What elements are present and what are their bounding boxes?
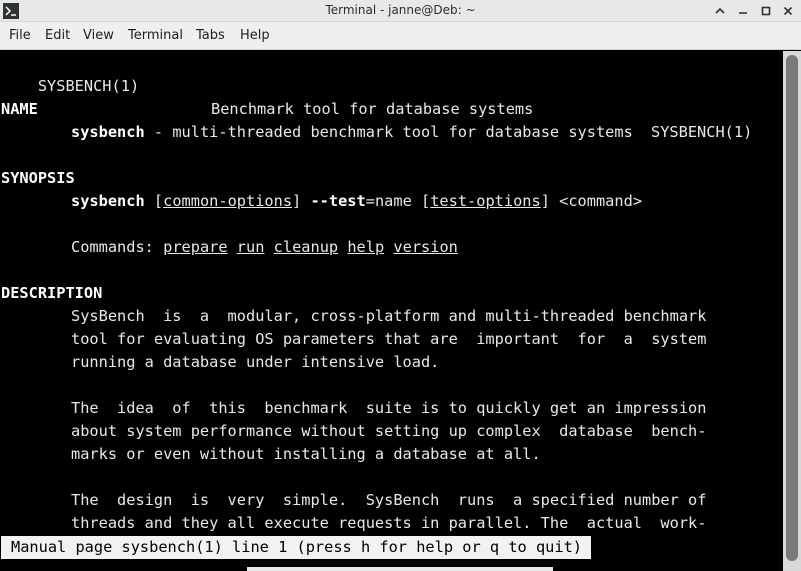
synopsis-command-arg: ] <command> <box>540 192 643 210</box>
man-header-left: SYSBENCH(1) <box>37 77 140 95</box>
synopsis-common-options: common-options <box>163 192 293 210</box>
synopsis-test-options: test-options <box>430 192 541 210</box>
menu-file[interactable]: File <box>9 28 31 43</box>
description-line: marks or even without installing a datab… <box>71 445 541 463</box>
section-description-heading: DESCRIPTION <box>1 284 103 302</box>
synopsis-command: sysbench <box>71 192 145 210</box>
minimize-button[interactable] <box>734 2 752 20</box>
pager-status-line: Manual page sysbench(1) line 1 (press h … <box>1 536 591 559</box>
menu-view[interactable]: View <box>83 28 114 43</box>
commands-label: Commands: <box>71 238 164 256</box>
menu-tabs[interactable]: Tabs <box>196 28 225 43</box>
close-button[interactable] <box>779 2 797 20</box>
command-run: run <box>236 238 265 256</box>
synopsis-line: sysbench [common-options] --test=name [t… <box>71 190 642 213</box>
command-prepare: prepare <box>163 238 228 256</box>
menu-bar: File Edit View Terminal Tabs Help <box>0 22 801 50</box>
menu-help[interactable]: Help <box>240 28 270 43</box>
terminal-view[interactable]: SYSBENCH(1) Benchmark tool for database … <box>0 51 783 571</box>
command-version: version <box>393 238 458 256</box>
name-description: - multi-threaded benchmark tool for data… <box>144 123 633 141</box>
man-header: SYSBENCH(1) Benchmark tool for database … <box>1 52 761 141</box>
description-line: about system performance without setting… <box>71 422 707 440</box>
synopsis-test-name: =name [ <box>365 192 431 210</box>
resize-indicator <box>247 567 553 571</box>
minimize-icon <box>739 12 747 14</box>
maximize-icon <box>761 6 771 16</box>
command-cleanup: cleanup <box>273 238 339 256</box>
synopsis-bracket: [ <box>144 192 164 210</box>
chevron-up-icon <box>715 7 725 14</box>
maximize-button[interactable] <box>757 2 775 20</box>
synopsis-bracket: ] <box>292 192 311 210</box>
close-icon <box>783 6 793 16</box>
description-line: The idea of this benchmark suite is to q… <box>71 399 707 417</box>
description-line: SysBench is a modular, cross-platform an… <box>71 307 707 325</box>
section-synopsis-heading: SYNOPSIS <box>1 169 75 187</box>
vertical-scrollbar[interactable] <box>783 51 801 571</box>
name-line: sysbench - multi-threaded benchmark tool… <box>71 121 633 144</box>
menu-edit[interactable]: Edit <box>45 28 70 43</box>
synopsis-test-flag: --test <box>310 192 366 210</box>
description-line: running a database under intensive load. <box>71 353 440 371</box>
window-title: Terminal - janne@Deb: ~ <box>325 3 476 17</box>
name-command: sysbench <box>71 123 145 141</box>
description-line: tool for evaluating OS parameters that a… <box>71 330 707 348</box>
shade-button[interactable] <box>711 2 729 20</box>
menu-terminal[interactable]: Terminal <box>128 28 183 43</box>
command-help: help <box>347 238 385 256</box>
man-header-center: Benchmark tool for database systems <box>211 100 534 118</box>
window-titlebar[interactable]: Terminal - janne@Deb: ~ <box>0 0 801 22</box>
man-header-right: SYSBENCH(1) <box>651 123 753 141</box>
description-line: The design is very simple. SysBench runs… <box>71 491 707 509</box>
section-name-heading: NAME <box>1 100 38 118</box>
commands-line: Commands: prepare run cleanup help versi… <box>71 236 458 259</box>
description-line: threads and they all execute requests in… <box>71 514 707 532</box>
scrollbar-thumb[interactable] <box>786 55 798 561</box>
